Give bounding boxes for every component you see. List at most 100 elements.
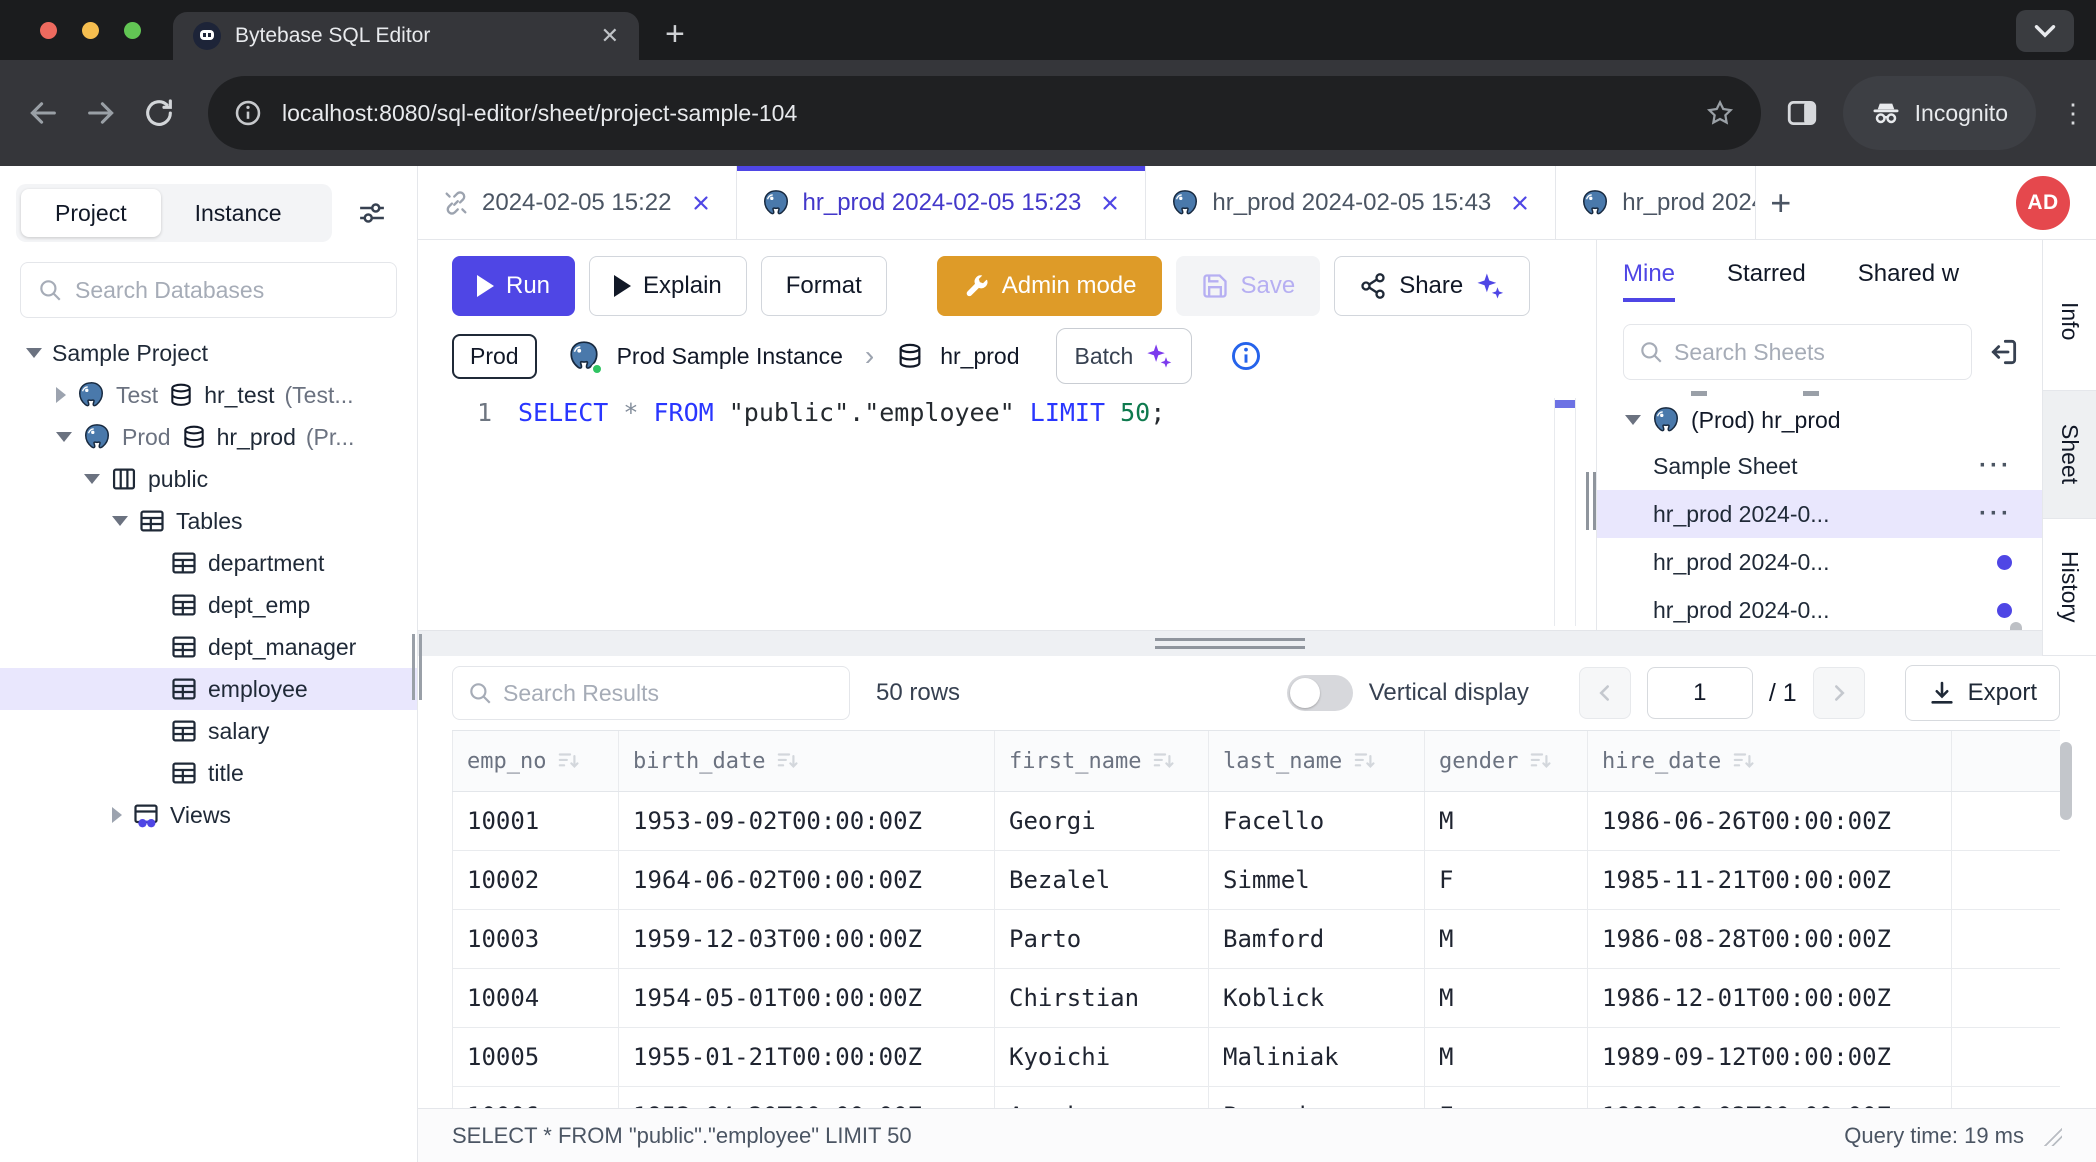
tab-project[interactable]: Project [21,189,161,237]
cell-last-name[interactable]: Simmel [1209,851,1425,909]
cell-last-name[interactable]: Facello [1209,792,1425,850]
back-icon[interactable] [26,96,60,130]
reload-icon[interactable] [142,96,176,130]
cell-first-name[interactable]: Bezalel [995,851,1209,909]
new-tab-button[interactable]: + [665,15,685,54]
cell-hire-date[interactable]: 1985-11-21T00:00:00Z [1588,851,1952,909]
cell-gender[interactable]: F [1425,851,1588,909]
sheets-group-hr-prod[interactable]: (Prod) hr_prod [1597,398,2042,442]
cell-gender[interactable]: M [1425,1028,1588,1086]
cell-hire-date[interactable]: 1986-06-26T00:00:00Z [1588,792,1952,850]
editor-panel-resize-handle[interactable] [1586,472,1596,530]
cell-first-name[interactable]: Kyoichi [995,1028,1209,1086]
address-bar[interactable]: localhost:8080/sql-editor/sheet/project-… [208,76,1761,150]
database-search-input[interactable] [75,277,380,304]
export-button[interactable]: Export [1905,665,2060,721]
rail-tab-history[interactable]: History [2043,519,2096,655]
caret-down-icon[interactable] [84,474,100,484]
database-name[interactable]: hr_prod [940,343,1019,370]
browser-tab[interactable]: Bytebase SQL Editor ✕ [173,12,639,60]
cell-gender[interactable]: F [1425,1087,1588,1108]
table-row[interactable]: 10002 1964-06-02T00:00:00Z Bezalel Simme… [452,851,2060,910]
cell-birth-date[interactable]: 1953-04-20T00:00:00Z [619,1087,995,1108]
sheets-search[interactable] [1623,324,1972,380]
column-header-gender[interactable]: gender [1425,731,1588,791]
tree-node-views-group[interactable]: Views [0,794,417,836]
add-sheet-tab-button[interactable]: + [1756,166,1805,239]
cell-birth-date[interactable]: 1954-05-01T00:00:00Z [619,969,995,1027]
rail-tab-info[interactable]: Info [2043,252,2096,390]
tab-mine[interactable]: Mine [1623,260,1675,302]
panel-splitter[interactable] [418,630,2042,656]
sql-code-editor[interactable]: 1 SELECT * FROM "public"."employee" LIMI… [418,398,1596,630]
cell-birth-date[interactable]: 1955-01-21T00:00:00Z [619,1028,995,1086]
caret-down-icon[interactable] [26,348,42,358]
more-menu-icon[interactable]: ··· [1979,500,2012,528]
user-avatar[interactable]: AD [2016,176,2070,230]
sort-icon[interactable] [1352,748,1378,774]
cell-birth-date[interactable]: 1964-06-02T00:00:00Z [619,851,995,909]
cell-last-name[interactable]: Koblick [1209,969,1425,1027]
table-row-clipped[interactable]: 10006 1953-04-20T00:00:00Z Anneke Preusi… [452,1087,2060,1108]
close-sheet-tab-icon[interactable] [690,192,712,214]
table-row[interactable]: 10005 1955-01-21T00:00:00Z Kyoichi Malin… [452,1028,2060,1087]
rail-tab-sheet[interactable]: Sheet [2043,390,2096,520]
info-icon[interactable] [1230,340,1262,372]
sheet-tab-2-active[interactable]: hr_prod 2024-02-05 15:23 [737,166,1147,239]
cell-first-name[interactable]: Georgi [995,792,1209,850]
cell-emp-no[interactable]: 10002 [452,851,619,909]
table-row[interactable]: 10003 1959-12-03T00:00:00Z Parto Bamford… [452,910,2060,969]
cell-hire-date[interactable]: 1986-12-01T00:00:00Z [1588,969,1952,1027]
caret-down-icon[interactable] [1625,415,1641,425]
cell-birth-date[interactable]: 1959-12-03T00:00:00Z [619,910,995,968]
sheet-item-selected[interactable]: hr_prod 2024-0... ··· [1597,490,2042,538]
cell-last-name[interactable]: Bamford [1209,910,1425,968]
tree-node-hr-prod[interactable]: Prod hr_prod (Pr... [0,416,417,458]
tree-node-project[interactable]: Sample Project [0,332,417,374]
close-sheet-tab-icon[interactable] [1099,192,1121,214]
tree-node-table-dept-emp[interactable]: dept_emp [0,584,417,626]
tab-instance[interactable]: Instance [161,189,316,237]
vertical-display-toggle[interactable] [1287,675,1353,711]
tab-shared-with-me[interactable]: Shared w [1858,260,1959,302]
tree-node-table-title[interactable]: title [0,752,417,794]
tab-starred[interactable]: Starred [1727,260,1806,302]
share-button[interactable]: Share [1334,256,1530,316]
site-info-icon[interactable] [234,99,262,127]
tree-node-table-salary[interactable]: salary [0,710,417,752]
database-search[interactable] [20,262,397,318]
import-sheet-icon[interactable] [1988,336,2020,368]
sidebar-resize-handle[interactable] [412,634,422,700]
sheet-tab-3[interactable]: hr_prod 2024-02-05 15:43 [1146,166,1556,239]
close-window-button[interactable] [40,22,57,39]
cell-first-name[interactable]: Parto [995,910,1209,968]
results-scrollbar[interactable] [2060,742,2072,820]
cell-first-name[interactable]: Anneke [995,1087,1209,1108]
cell-birth-date[interactable]: 1953-09-02T00:00:00Z [619,792,995,850]
sort-icon[interactable] [1151,748,1177,774]
caret-down-icon[interactable] [112,516,128,526]
column-header-birth-date[interactable]: birth_date [619,731,995,791]
sort-icon[interactable] [775,748,801,774]
sort-icon[interactable] [556,748,582,774]
batch-button[interactable]: Batch [1056,328,1193,384]
bookmark-star-icon[interactable] [1705,98,1735,128]
close-sheet-tab-icon[interactable] [1509,192,1531,214]
resize-corner-icon[interactable] [2042,1126,2062,1146]
tree-node-table-dept-manager[interactable]: dept_manager [0,626,417,668]
sort-icon[interactable] [1731,748,1757,774]
sheet-tab-1[interactable]: 2024-02-05 15:22 [418,166,737,239]
tab-search-button[interactable] [2016,10,2074,52]
filter-sliders-icon[interactable] [357,198,387,228]
tree-node-table-department[interactable]: department [0,542,417,584]
side-panel-icon[interactable] [1785,96,1819,130]
run-button[interactable]: Run [452,256,575,316]
sheets-scrollbar[interactable] [2010,622,2022,630]
cell-emp-no[interactable]: 10003 [452,910,619,968]
cell-emp-no[interactable]: 10004 [452,969,619,1027]
tree-node-hr-test[interactable]: Test hr_test (Test... [0,374,417,416]
page-number-input[interactable] [1647,667,1753,719]
cell-emp-no[interactable]: 10001 [452,792,619,850]
instance-name[interactable]: Prod Sample Instance [617,343,843,370]
cell-hire-date[interactable]: 1989-09-12T00:00:00Z [1588,1028,1952,1086]
